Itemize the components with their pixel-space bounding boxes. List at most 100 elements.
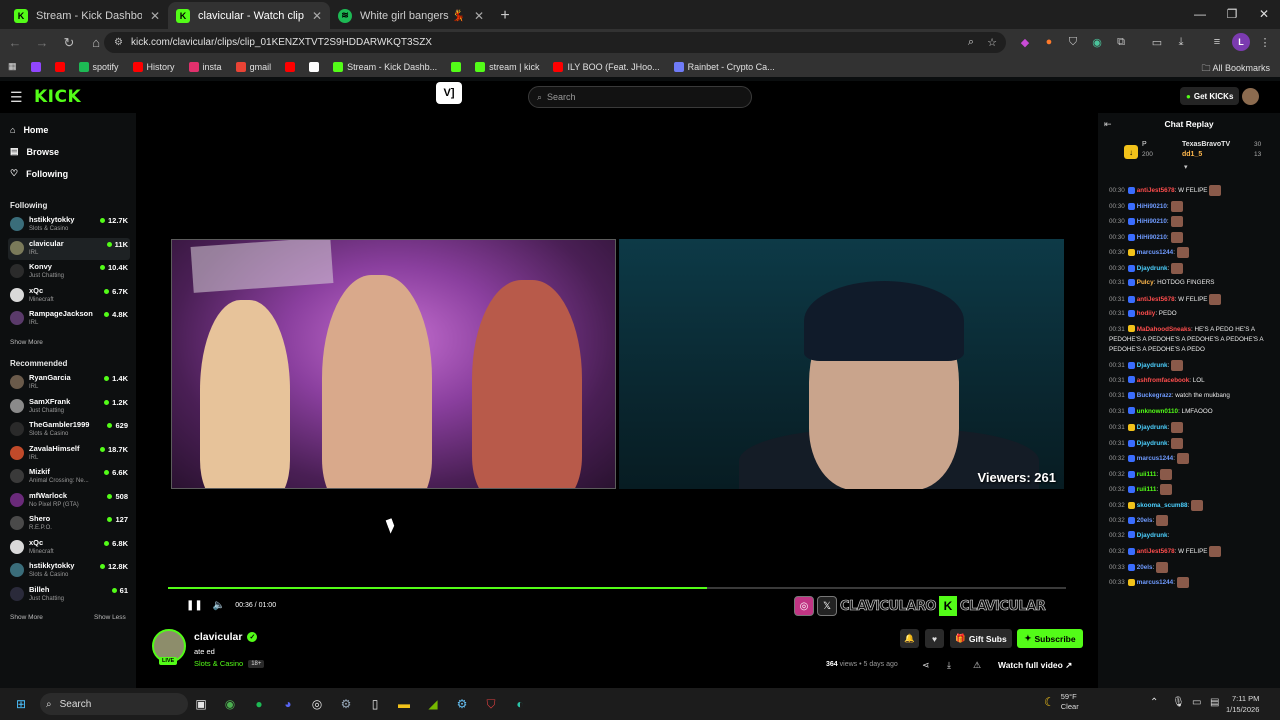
bookmark-item[interactable]: ILY BOO (Feat. JHoo... <box>546 61 666 72</box>
sidebar-channel[interactable]: clavicular IRL 11K <box>8 237 130 260</box>
close-icon[interactable]: ✕ <box>312 9 322 23</box>
steam-icon[interactable]: ⚙ <box>453 695 471 713</box>
settings-icon[interactable]: ⚙ <box>337 695 355 713</box>
chat-username[interactable]: Buckegrazz <box>1137 392 1172 399</box>
reload-icon[interactable]: ↻ <box>57 31 81 55</box>
sidebar-channel[interactable]: hstikkytokky Slots & Casino 12.8K <box>8 560 130 582</box>
bookmark-item[interactable] <box>444 61 468 72</box>
extension-icon[interactable]: ● <box>1040 33 1058 51</box>
bookmark-item[interactable]: History <box>126 61 182 72</box>
menu-icon[interactable]: ⋮ <box>1256 33 1274 51</box>
sidebar-channel[interactable]: SamXFrank Just Chatting 1.2K <box>8 396 130 418</box>
volume-icon[interactable]: 🔈 <box>213 600 225 611</box>
tab-search-icon[interactable]: ≡ <box>1208 33 1226 51</box>
user-avatar[interactable] <box>1242 88 1259 105</box>
microphone-icon[interactable]: 🎙 <box>1172 697 1185 708</box>
show-more-following[interactable]: Show More <box>10 339 43 346</box>
nav-browse[interactable]: ▤ Browse <box>10 146 59 157</box>
zoom-icon[interactable]: ⌕ <box>962 33 980 51</box>
all-bookmarks[interactable]: 🗀 All Bookmarks <box>1201 61 1270 77</box>
spotify-icon[interactable]: ● <box>250 695 268 713</box>
sidebar-channel[interactable]: Konvy Just Chatting 10.4K <box>8 261 130 283</box>
shield-icon[interactable]: ⛉ <box>1064 33 1082 51</box>
bookmark-item[interactable] <box>48 61 72 72</box>
apps-icon[interactable]: ▦ <box>0 61 24 72</box>
watch-full-video-link[interactable]: Watch full video ↗ <box>998 660 1072 671</box>
sidebar-channel[interactable]: xQc Minecraft 6.7K <box>8 285 130 307</box>
chat-username[interactable]: unknown0110 <box>1137 408 1178 415</box>
subscribe-button[interactable]: ✦ Subscribe <box>1017 629 1083 648</box>
notifications-button[interactable]: 🔔 <box>900 629 919 648</box>
sidebar-channel[interactable]: RyanGarcia IRL 1.4K <box>8 372 130 394</box>
sidebar-channel[interactable]: TheGambler1999 Slots & Casino 629 <box>8 419 130 441</box>
address-bar[interactable]: ⚙ kick.com/clavicular/clips/clip_01KENZX… <box>104 32 1006 53</box>
chat-username[interactable]: 20els <box>1137 517 1153 524</box>
chat-username[interactable]: Djaydrunk <box>1137 532 1168 539</box>
close-icon[interactable]: ✕ <box>150 9 160 23</box>
discord-icon[interactable]: ◕ <box>279 695 297 713</box>
restore-icon[interactable]: ❐ <box>1216 0 1248 28</box>
chat-username[interactable]: Djaydrunk <box>1137 424 1168 431</box>
chat-username[interactable]: skooma_scum88 <box>1137 502 1188 509</box>
nav-home[interactable]: ⌂ Home <box>10 125 48 135</box>
chat-username[interactable]: marcus1244 <box>1137 455 1173 462</box>
chat-username[interactable]: HiHi90210 <box>1137 203 1167 210</box>
chat-username[interactable]: hodiiy <box>1137 310 1156 317</box>
gift-subs-button[interactable]: 🎁 Gift Subs <box>950 629 1012 648</box>
bookmark-item[interactable]: gmail <box>229 61 279 72</box>
chat-username[interactable]: antiJest5678 <box>1137 187 1175 194</box>
pause-icon[interactable]: ❚❚ <box>186 600 203 611</box>
show-less-recommended[interactable]: Show Less <box>94 614 126 621</box>
sidebar-channel[interactable]: Shero R.E.P.O. 127 <box>8 513 130 535</box>
bookmark-item[interactable] <box>278 61 302 72</box>
task-view-icon[interactable]: ▣ <box>192 695 210 713</box>
chat-username[interactable]: Pulcy <box>1137 279 1154 286</box>
chat-username[interactable]: antiJest5678 <box>1137 296 1175 303</box>
chat-username[interactable]: Djaydrunk <box>1137 265 1168 272</box>
share-icon[interactable]: ⋖ <box>922 660 930 671</box>
download-icon[interactable]: ⤓ <box>947 660 951 671</box>
menu-icon[interactable]: ☰ <box>10 89 24 106</box>
cast-icon[interactable]: ▭ <box>1148 33 1166 51</box>
nav-following[interactable]: ♡ Following <box>10 168 68 179</box>
sidebar-channel[interactable]: mfWarlock No Pixel RP (GTA) 508 <box>8 490 130 512</box>
sidebar-channel[interactable]: xQc Minecraft 6.8K <box>8 537 130 559</box>
back-icon[interactable]: ← <box>3 31 27 55</box>
tab-kick-dashboard[interactable]: K Stream - Kick Dashboard ✕ <box>6 2 168 29</box>
tab-spotify-playlist[interactable]: ≋ White girl bangers 💃 🔥 🕺 🎶 ✕ <box>330 2 492 29</box>
bookmark-item[interactable] <box>24 61 48 72</box>
search-input[interactable]: ⌕ Search <box>528 86 752 108</box>
shield-app-icon[interactable]: ⛉ <box>482 695 500 713</box>
tab-clavicular-clips[interactable]: K clavicular - Watch clips on K ✕ <box>168 2 330 29</box>
sidebar-channel[interactable]: RampageJackson IRL 4.8K <box>8 308 130 330</box>
bookmark-item[interactable]: insta <box>182 61 229 72</box>
minimize-icon[interactable]: — <box>1184 0 1216 28</box>
chevron-down-icon[interactable]: ▾ <box>1184 163 1188 171</box>
forward-icon[interactable]: → <box>30 31 54 55</box>
chrome-icon[interactable]: ◉ <box>221 695 239 713</box>
video-player[interactable]: Viewers: 261 ❚❚ 🔈 00:36 / 01:00 ◎ 𝕏 CLAV… <box>136 113 1098 619</box>
system-clock[interactable]: 7:11 PM 1/15/2026 <box>1226 693 1259 715</box>
chat-username[interactable]: marcus1244 <box>1137 249 1173 256</box>
taskbar-search[interactable]: ⌕ Search <box>40 693 188 715</box>
bookmark-star-icon[interactable]: ☆ <box>983 33 1001 51</box>
report-icon[interactable]: ⚠ <box>973 660 981 671</box>
extension-icon[interactable]: ◆ <box>1016 33 1034 51</box>
chat-username[interactable]: HiHi90210 <box>1137 234 1167 241</box>
chat-username[interactable]: ashfromfacebook <box>1137 377 1190 384</box>
progress-bar[interactable] <box>168 587 1066 589</box>
chat-username[interactable]: Djaydrunk <box>1137 362 1168 369</box>
chat-username[interactable]: HiHi90210 <box>1137 218 1167 225</box>
bookmark-item[interactable] <box>302 61 326 72</box>
get-kicks-button[interactable]: ● Get KICKs <box>1180 87 1240 105</box>
chat-username[interactable]: MaDahoodSneaks <box>1137 326 1191 333</box>
sidebar-channel[interactable]: hstikkytokky Slots & Casino 12.7K <box>8 214 130 236</box>
sidebar-channel[interactable]: Mizkif Animal Crossing: Ne... 6.6K <box>8 466 130 488</box>
obs-icon[interactable]: ◎ <box>308 695 326 713</box>
chat-username[interactable]: ruii111 <box>1137 486 1157 493</box>
download-icon[interactable]: ⤓ <box>1172 33 1190 51</box>
profile-avatar[interactable]: L <box>1232 33 1250 51</box>
clip-category[interactable]: Slots & Casino 18+ <box>194 659 265 668</box>
show-more-recommended[interactable]: Show More <box>10 614 43 621</box>
close-window-icon[interactable]: ✕ <box>1248 0 1280 28</box>
